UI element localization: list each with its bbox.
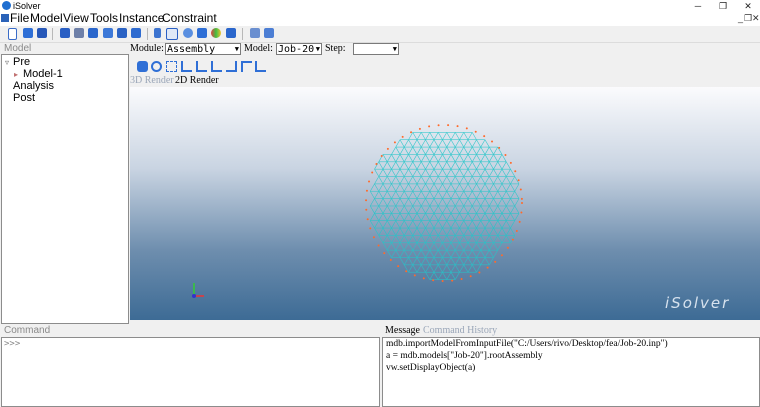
right-view-icon[interactable] [226, 61, 237, 72]
model-tree-panel: ▿ Pre ▸ Model-1 Analysis Post [1, 54, 129, 324]
tab-2d-render[interactable]: 2D Render [175, 75, 219, 86]
viewport-watermark: iSolver [665, 294, 731, 312]
render-mode-icon[interactable] [166, 28, 178, 40]
left-view-icon[interactable] [211, 61, 222, 72]
rotate-icon[interactable] [151, 61, 162, 72]
message-line: vw.setDisplayObject(a) [386, 363, 476, 373]
model-panel-header: Model [4, 43, 32, 54]
toolbar [0, 26, 760, 43]
fit-view-icon[interactable] [166, 61, 177, 72]
collapse-icon[interactable]: ▿ [5, 58, 9, 67]
data-icon[interactable] [226, 28, 236, 38]
tab-3d-render[interactable]: 3D Render [130, 75, 174, 86]
tab-command-history[interactable]: Command History [423, 325, 497, 336]
cube-icon[interactable] [60, 28, 70, 38]
app-menu-icon[interactable] [1, 14, 9, 22]
tree-item-model[interactable]: Model-1 [23, 68, 63, 80]
import-icon[interactable] [250, 28, 260, 38]
menu-file[interactable]: File [10, 11, 29, 26]
step-label: Step: [325, 43, 346, 54]
tree-item-pre[interactable]: Pre [13, 56, 30, 68]
back-view-icon[interactable] [196, 61, 207, 72]
sphere-icon[interactable] [183, 28, 193, 38]
chevron-down-icon: ▼ [315, 45, 320, 53]
module-label: Module: [130, 43, 164, 54]
export-icon[interactable] [264, 28, 274, 38]
iso-view-icon[interactable] [255, 61, 266, 72]
tree-item-post[interactable]: Post [13, 92, 35, 104]
assembly-icon[interactable] [131, 28, 141, 38]
mesh-icon[interactable] [117, 28, 127, 38]
module-select-value: Assembly [167, 44, 216, 55]
new-file-icon[interactable] [8, 28, 17, 40]
section-icon[interactable] [103, 28, 113, 38]
axis-triad-icon [192, 283, 204, 298]
menu-tools[interactable]: Tools [90, 11, 118, 26]
command-prompt: >>> [4, 339, 21, 349]
front-view-icon[interactable] [181, 61, 192, 72]
model-bullet-icon: ▸ [14, 70, 19, 79]
message-panel: mdb.importModelFromInputFile("C:/Users/r… [382, 337, 760, 407]
part-icon[interactable] [88, 28, 98, 38]
sphere-mesh [365, 124, 523, 282]
model-select[interactable]: Job-20 ▼ [276, 43, 322, 55]
box-icon[interactable] [74, 28, 84, 38]
render-viewport[interactable]: iSolver [130, 87, 760, 320]
tree-item-analysis[interactable]: Analysis [13, 80, 54, 92]
save-icon[interactable] [37, 28, 47, 38]
app-logo-icon [2, 1, 11, 10]
copy-icon[interactable] [197, 28, 207, 38]
menu-view[interactable]: View [63, 11, 89, 26]
mdi-restore-icon[interactable]: ❐ [744, 11, 752, 25]
command-panel[interactable]: >>> [1, 337, 380, 407]
model-select-value: Job-20 [278, 44, 315, 55]
step-select[interactable]: ▼ [353, 43, 399, 55]
chevron-down-icon: ▼ [392, 45, 397, 53]
model-label: Model: [244, 43, 273, 54]
message-line: mdb.importModelFromInputFile("C:/Users/r… [386, 339, 668, 349]
top-view-icon[interactable] [241, 61, 252, 72]
maximize-icon[interactable]: ❐ [712, 0, 734, 12]
chevron-down-icon: ▼ [234, 45, 239, 53]
toolbar-separator [242, 28, 243, 40]
module-select[interactable]: Assembly ▼ [165, 43, 241, 55]
mdi-minimize-icon[interactable]: _ [738, 11, 743, 25]
open-folder-icon[interactable] [23, 28, 33, 38]
mdi-close-icon[interactable]: ✕ [752, 11, 760, 25]
command-panel-header: Command [4, 325, 51, 336]
list-icon[interactable] [154, 28, 161, 38]
toolbar-separator [52, 28, 53, 40]
message-line: a = mdb.models["Job-20"].rootAssembly [386, 351, 543, 361]
toolbar-separator [147, 28, 148, 40]
pan-hand-icon[interactable] [137, 61, 148, 72]
tab-message[interactable]: Message [385, 325, 420, 336]
menu-model[interactable]: Model [30, 11, 63, 26]
menu-constraint[interactable]: Constraint [162, 11, 217, 26]
cloud-icon[interactable] [211, 28, 221, 38]
menu-instance[interactable]: Instance [119, 11, 164, 26]
minimize-icon[interactable]: ─ [687, 0, 709, 12]
